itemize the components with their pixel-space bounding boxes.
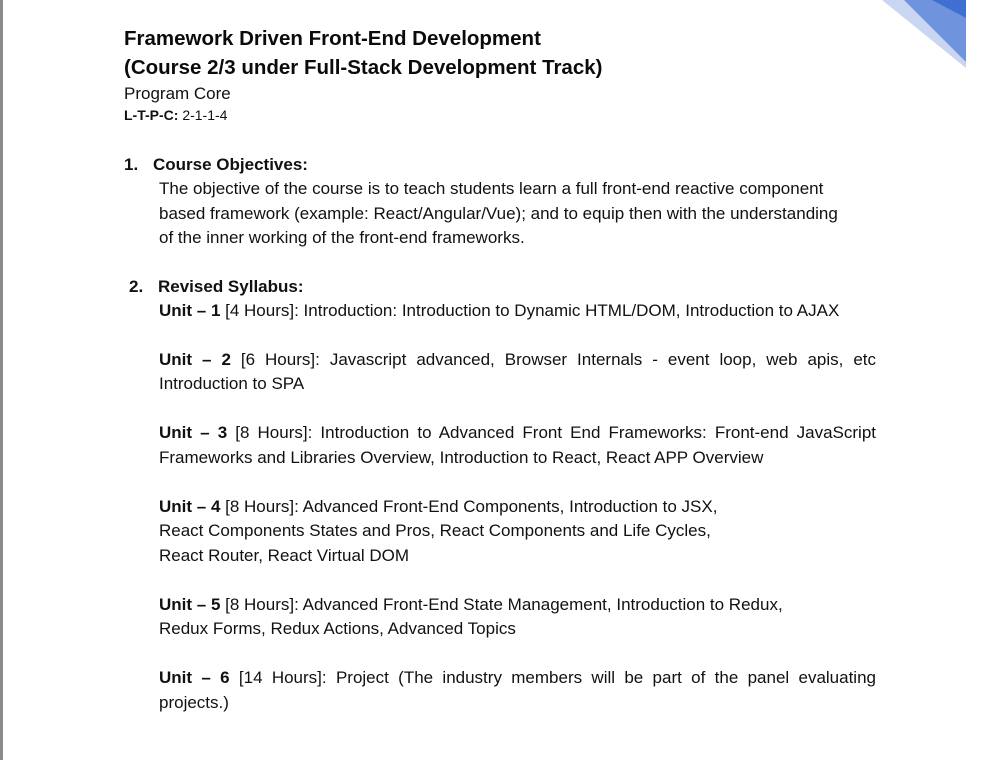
unit-3: Unit – 3 [8 Hours]: Introduction to Adva… <box>159 421 876 470</box>
unit-label: Unit – 6 <box>159 668 230 687</box>
course-subtitle: (Course 2/3 under Full-Stack Development… <box>124 56 603 79</box>
syllabus-units: Unit – 1 [4 Hours]: Introduction: Introd… <box>159 299 876 716</box>
unit-description: Introduction: Introduction to Dynamic HT… <box>303 300 840 320</box>
unit-hours: [14 Hours]: <box>229 668 336 687</box>
unit-4: Unit – 4 [8 Hours]: Advanced Front-End C… <box>159 495 876 569</box>
unit-description-line: Advanced Front-End State Management, Int… <box>302 594 783 614</box>
unit-hours: [8 Hours]: <box>220 594 303 614</box>
unit-hours: [6 Hours]: <box>230 349 330 369</box>
page-left-edge <box>0 0 3 760</box>
syllabus-section: 2. Revised Syllabus: Unit – 1 [4 Hours]: … <box>124 275 876 716</box>
syllabus-title: Revised Syllabus: <box>158 276 304 296</box>
unit-label: Unit – 2 <box>159 349 231 369</box>
ltpc-line: L-T-P-C: 2-1-1-4 <box>124 105 876 125</box>
unit-hours: [4 Hours]: <box>220 300 304 320</box>
objectives-text: The objective of the course is to teach … <box>159 179 838 247</box>
unit-5: Unit – 5 [8 Hours]: Advanced Front-End S… <box>159 593 876 642</box>
objectives-heading: 1. Course Objectives: <box>124 153 876 177</box>
unit-1: Unit – 1 [4 Hours]: Introduction: Introd… <box>159 299 876 324</box>
syllabus-heading: 2. Revised Syllabus: <box>124 275 876 299</box>
unit-label: Unit – 1 <box>159 300 221 320</box>
objectives-title: Course Objectives: <box>153 155 308 174</box>
unit-description-line: Redux Forms, Redux Actions, Advanced Top… <box>159 619 516 638</box>
ltpc-value: 2-1-1-4 <box>178 107 228 123</box>
unit-label: Unit – 5 <box>159 594 221 614</box>
program-type: Program Core <box>124 84 231 103</box>
document-page: Framework Driven Front-End Development (… <box>124 24 876 715</box>
ltpc-key: L-T-P-C: <box>124 107 179 123</box>
unit-description-line: React Components States and Pros, React … <box>159 521 711 540</box>
unit-description-line: Advanced Front-End Components, Introduct… <box>302 496 718 516</box>
course-title: Framework Driven Front-End Development <box>124 27 541 50</box>
unit-label: Unit – 3 <box>159 423 228 442</box>
unit-hours: [8 Hours]: <box>227 423 321 442</box>
objectives-number: 1. <box>124 155 139 174</box>
unit-label: Unit – 4 <box>159 496 221 516</box>
corner-decoration-graphic <box>882 0 966 68</box>
unit-description-line: React Router, React Virtual DOM <box>159 545 410 565</box>
objectives-section: 1. Course Objectives: The objective of th… <box>124 153 876 251</box>
unit-6: Unit – 6 [14 Hours]: Project (The indust… <box>159 666 876 715</box>
syllabus-number: 2. <box>129 276 144 296</box>
unit-hours: [8 Hours]: <box>220 496 303 516</box>
unit-2: Unit – 2 [6 Hours]: Javascript advanced,… <box>159 348 876 397</box>
